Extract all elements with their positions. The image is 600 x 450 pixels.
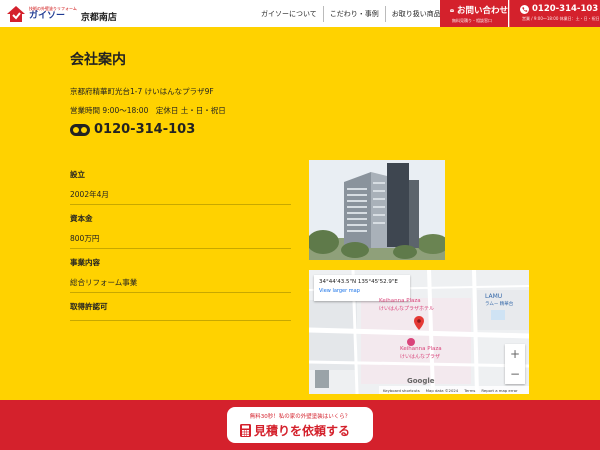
tel-sub: 営業 / 9:00〜18:00 休業日：土・日・祝日 — [522, 16, 600, 21]
gaiso-logo-icon — [6, 5, 26, 23]
map-label-keihanna-plaza-hotel-en[interactable]: Keihanna Plaza — [379, 298, 421, 304]
tel-button[interactable]: 0120-314-103 営業 / 9:00〜18:00 休業日：土・日・祝日 — [509, 0, 600, 27]
zoom-out-button[interactable]: − — [505, 364, 525, 384]
info-label: 事業内容 — [70, 258, 100, 267]
map-coordinates: 34°44'43.5"N 135°45'52.9"E — [319, 279, 398, 285]
info-label: 資本金 — [70, 214, 93, 223]
business-hours: 営業時間 9:00〜18:00 定休日 土・日・祝日 — [70, 106, 226, 115]
zoom-in-button[interactable]: + — [505, 344, 525, 364]
map-pin-icon[interactable] — [414, 316, 424, 330]
place-marker-icon — [407, 338, 415, 346]
phone-number: 0120-314-103 — [94, 122, 196, 137]
info-value: 2002年4月 — [70, 190, 109, 199]
google-logo: Google — [407, 377, 435, 385]
info-row-established: 設立 2002年4月 — [70, 161, 291, 205]
site-header: 技術の外壁塗りリフォーム ガイソー 京都南店 ガイソーについて こだわり・事例 … — [0, 0, 600, 27]
nav-products[interactable]: お取り扱い商品 — [384, 6, 447, 22]
estimate-request-button[interactable]: 無料30秒！私の家の外壁塗装はいくら？ 見積りを依頼する — [227, 407, 373, 443]
view-larger-map-link[interactable]: View larger map — [319, 288, 405, 294]
phone-number-block[interactable]: 0120-314-103 — [70, 122, 195, 137]
keyboard-shortcuts-link[interactable]: Keyboard shortcuts — [383, 388, 420, 393]
building-photo — [309, 160, 445, 260]
map-footer: Keyboard shortcuts Map data ©2024 Terms … — [379, 386, 529, 394]
contact-button[interactable]: お問い合わせ 無料見積り・相談窓口 — [440, 0, 508, 27]
contact-sub: 無料見積り・相談窓口 — [452, 18, 492, 23]
freedial-icon — [70, 123, 90, 136]
map-label-lamu-sub: ラムー 精華台 — [485, 302, 514, 307]
nav-features-cases[interactable]: こだわり・事例 — [322, 6, 385, 22]
info-value: 800万円 — [70, 234, 100, 243]
mail-icon — [450, 8, 454, 12]
map-label-lamu[interactable]: LAMU — [485, 293, 502, 300]
logo-branch-name: 京都南店 — [80, 12, 117, 23]
site-logo[interactable]: 技術の外壁塗りリフォーム ガイソー 京都南店 — [6, 4, 117, 24]
map-label-keihanna-plaza-hotel-ja[interactable]: けいはんなプラザホテル — [379, 305, 434, 312]
google-map[interactable]: 34°44'43.5"N 135°45'52.9"E View larger m… — [309, 270, 529, 394]
estimate-main-label: 見積りを依頼する — [254, 424, 351, 438]
logo-brand: ガイソー — [29, 11, 66, 21]
nav-about[interactable]: ガイソーについて — [255, 6, 323, 22]
page-title: 会社案内 — [70, 52, 126, 68]
info-row-licenses: 取得許認可 — [70, 293, 291, 321]
map-zoom-controls: + − — [505, 344, 525, 384]
info-label: 設立 — [70, 170, 85, 179]
estimate-sub-text: 無料30秒！私の家の外壁塗装はいくら？ — [249, 414, 351, 420]
contact-label: お問い合わせ — [456, 6, 508, 16]
map-data-text: Map data ©2024 — [425, 387, 459, 393]
tel-label: 0120-314-103 — [532, 4, 599, 14]
phone-icon — [520, 4, 529, 14]
info-label: 取得許認可 — [70, 302, 108, 311]
bottom-cta-bar: 無料30秒！私の家の外壁塗装はいくら？ 見積りを依頼する — [0, 400, 600, 450]
calculator-icon — [240, 424, 251, 437]
report-error-link[interactable]: Report a map error — [481, 388, 517, 393]
terms-link[interactable]: Terms — [464, 388, 475, 393]
map-label-keihanna-plaza-en[interactable]: Keihanna Plaza — [400, 346, 442, 352]
info-row-business: 事業内容 総合リフォーム事業 — [70, 249, 291, 293]
company-address: 京都府精華町光台1-7 けいはんなプラザ9F — [70, 87, 214, 96]
company-info-list: 設立 2002年4月 資本金 800万円 事業内容 総合リフォーム事業 取得許認… — [70, 161, 291, 321]
info-value: 総合リフォーム事業 — [70, 278, 138, 287]
main-nav: ガイソーについて こだわり・事例 お取り扱い商品 — [255, 6, 447, 22]
info-row-capital: 資本金 800万円 — [70, 205, 291, 249]
map-label-keihanna-plaza-ja[interactable]: けいはんなプラザ — [400, 353, 440, 360]
